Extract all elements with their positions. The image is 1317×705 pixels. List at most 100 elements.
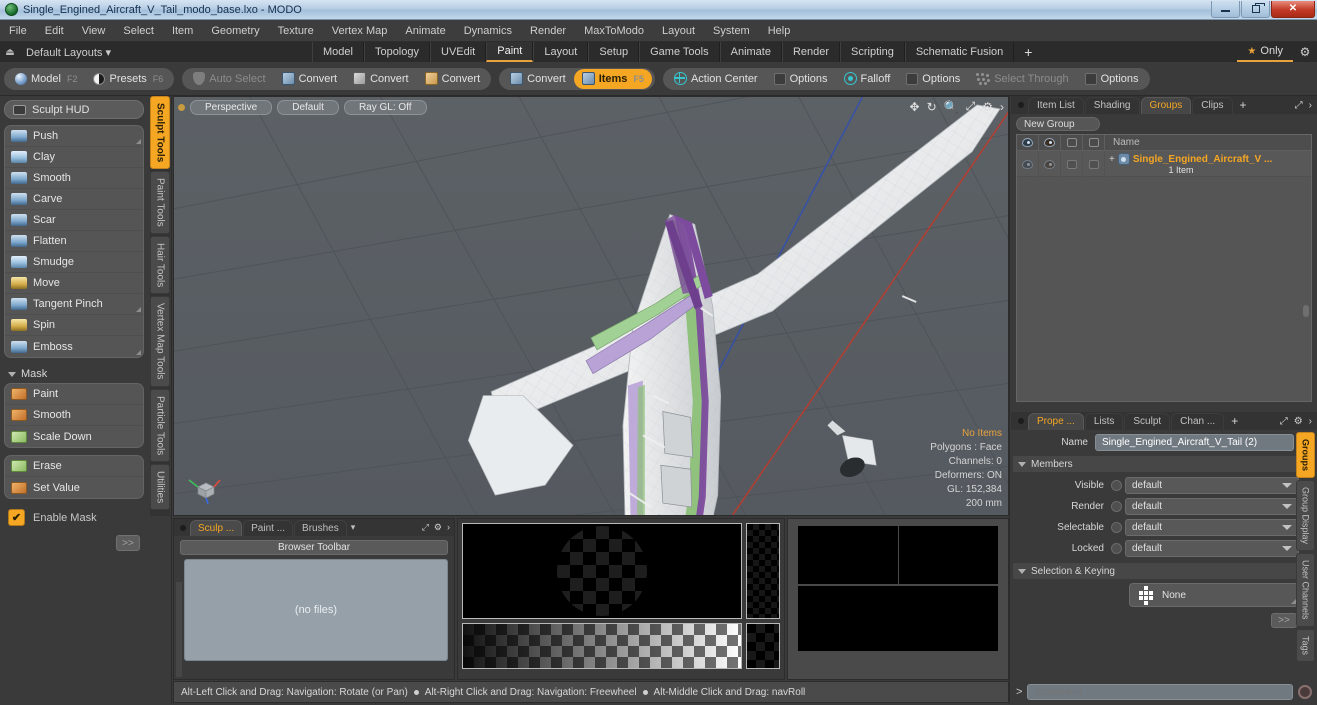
menu-item-maxtomodo[interactable]: MaxToModo (575, 23, 653, 39)
selectable-icon[interactable] (1061, 135, 1083, 151)
tool-set-value[interactable]: Set Value (5, 477, 143, 498)
channel-dot-icon[interactable] (1111, 501, 1122, 512)
menu-item-animate[interactable]: Animate (396, 23, 454, 39)
mode-button-presets[interactable]: Presets F6 (85, 69, 171, 89)
3d-viewport[interactable]: Perspective Default Ray GL: Off ✥ ↻ 🔍 ⤢ … (173, 96, 1009, 516)
panel-menu-dot[interactable] (180, 524, 186, 531)
layout-tab-paint[interactable]: Paint (486, 42, 534, 62)
maximize-button[interactable] (1241, 0, 1270, 18)
browser-scrollbar[interactable] (176, 582, 182, 677)
layout-tab-layout[interactable]: Layout (533, 42, 589, 62)
mode-button-falloff[interactable]: Falloff (836, 69, 899, 89)
menu-item-texture[interactable]: Texture (269, 23, 323, 39)
layout-tab-setup[interactable]: Setup (588, 42, 640, 62)
left-panel-more-button[interactable]: >> (116, 535, 140, 551)
tool-smooth[interactable]: Smooth (5, 405, 143, 426)
name-input[interactable]: Single_Engined_Aircraft_V_Tail (2) (1095, 434, 1294, 451)
tool-push[interactable]: Push (5, 126, 143, 147)
browser-file-area[interactable]: (no files) (184, 559, 448, 661)
only-toggle[interactable]: ★ Only (1237, 42, 1294, 62)
channel-dot-icon[interactable] (1111, 480, 1122, 491)
tool-spin[interactable]: Spin (5, 315, 143, 336)
layout-tab-render[interactable]: Render (781, 42, 841, 62)
mode-button-convert[interactable]: Convert (502, 69, 574, 89)
tab-brushes[interactable]: Brushes (294, 519, 347, 536)
tool-flatten[interactable]: Flatten (5, 231, 143, 252)
image-preview-panel[interactable] (787, 518, 1009, 680)
new-group-button[interactable]: New Group (1016, 117, 1100, 131)
tab-item-list[interactable]: Item List (1028, 96, 1084, 114)
selection-set-field[interactable]: None (1129, 583, 1299, 607)
layout-tab-game-tools[interactable]: Game Tools (639, 42, 720, 62)
vtab-hair-tools[interactable]: Hair Tools (150, 236, 170, 295)
menu-item-edit[interactable]: Edit (36, 23, 73, 39)
layout-tab-scripting[interactable]: Scripting (840, 42, 905, 62)
menu-item-render[interactable]: Render (521, 23, 575, 39)
menu-item-select[interactable]: Select (114, 23, 163, 39)
menu-item-item[interactable]: Item (163, 23, 202, 39)
properties-more-button[interactable]: >> (1271, 613, 1297, 628)
tool-move[interactable]: Move (5, 273, 143, 294)
brush-gradient-ramp[interactable] (462, 623, 742, 669)
viewport-projection-dropdown[interactable]: Perspective (190, 99, 273, 115)
menu-item-geometry[interactable]: Geometry (202, 23, 268, 39)
zoom-icon[interactable]: 🔍 (944, 100, 959, 114)
tool-carve[interactable]: Carve (5, 189, 143, 210)
tool-smudge[interactable]: Smudge (5, 252, 143, 273)
eject-icon[interactable]: ⏏ (0, 47, 20, 58)
row-selectable-toggle[interactable] (1061, 151, 1083, 177)
close-button[interactable]: ✕ (1271, 0, 1315, 18)
chevron-right-icon[interactable]: › (1309, 416, 1312, 427)
vtab-vertex-map-tools[interactable]: Vertex Map Tools (150, 296, 170, 387)
render-icon[interactable] (1039, 135, 1061, 151)
tab-prope[interactable]: Prope ... (1028, 412, 1084, 430)
mode-button-options[interactable]: Options (766, 69, 836, 89)
tab-paint[interactable]: Paint ... (243, 519, 294, 536)
gear-icon[interactable]: ⚙ (982, 100, 993, 114)
brush-color-swatch[interactable] (746, 623, 780, 669)
mode-button-convert[interactable]: Convert (345, 69, 417, 89)
menu-item-view[interactable]: View (73, 23, 115, 39)
tool-emboss[interactable]: Emboss (5, 336, 143, 357)
mode-button-convert[interactable]: Convert (417, 69, 489, 89)
expand-icon[interactable]: ⤢ (1295, 100, 1303, 111)
gear-icon[interactable]: ⚙ (1293, 45, 1317, 59)
viewport-style-dropdown[interactable]: Default (277, 99, 339, 115)
preview-cell[interactable] (798, 586, 998, 651)
tool-scale-down[interactable]: Scale Down (5, 426, 143, 447)
axis-gizmo[interactable] (184, 465, 224, 505)
enable-mask-checkbox[interactable]: ✔ (8, 509, 25, 526)
locked-icon[interactable] (1083, 135, 1105, 151)
gear-icon[interactable]: ⚙ (1294, 416, 1303, 427)
mode-button-model[interactable]: Model F2 (7, 69, 85, 89)
chevron-down-icon[interactable]: ▾ (351, 522, 356, 533)
tab-sculpt[interactable]: Sculpt (1124, 412, 1171, 430)
vtab-sculpt-tools[interactable]: Sculpt Tools (150, 96, 170, 170)
mask-section-header[interactable]: Mask (4, 365, 144, 383)
command-input[interactable] (1027, 684, 1293, 700)
vtab-particle-tools[interactable]: Particle Tools (150, 388, 170, 463)
brush-profile-preview[interactable] (746, 523, 780, 619)
menu-item-dynamics[interactable]: Dynamics (455, 23, 521, 39)
vtab-group-display[interactable]: Group Display (1296, 480, 1315, 552)
menu-item-system[interactable]: System (704, 23, 759, 39)
selection-keying-section-header[interactable]: Selection & Keying (1013, 563, 1299, 579)
add-tab-button[interactable]: + (1225, 413, 1244, 430)
record-icon[interactable] (1298, 685, 1312, 699)
preview-cell[interactable] (898, 526, 998, 584)
property-dropdown-render[interactable]: default (1125, 498, 1299, 515)
panel-divider[interactable] (171, 96, 172, 704)
menu-item-layout[interactable]: Layout (653, 23, 704, 39)
panel-divider[interactable] (1009, 96, 1010, 704)
tool-tangent-pinch[interactable]: Tangent Pinch (5, 294, 143, 315)
layout-tab-model[interactable]: Model (311, 42, 364, 62)
row-visible-toggle[interactable] (1017, 151, 1039, 177)
panel-menu-dot[interactable] (1018, 102, 1024, 108)
expand-icon[interactable]: ⤢ (422, 522, 429, 533)
minimize-button[interactable] (1211, 0, 1240, 18)
default-layouts-dropdown[interactable]: Default Layouts ▾ (20, 46, 117, 59)
viewport-raygl-dropdown[interactable]: Ray GL: Off (343, 99, 427, 115)
tool-erase[interactable]: Erase (5, 456, 143, 477)
members-section-header[interactable]: Members (1013, 456, 1299, 472)
expand-icon[interactable]: + (1109, 154, 1115, 165)
